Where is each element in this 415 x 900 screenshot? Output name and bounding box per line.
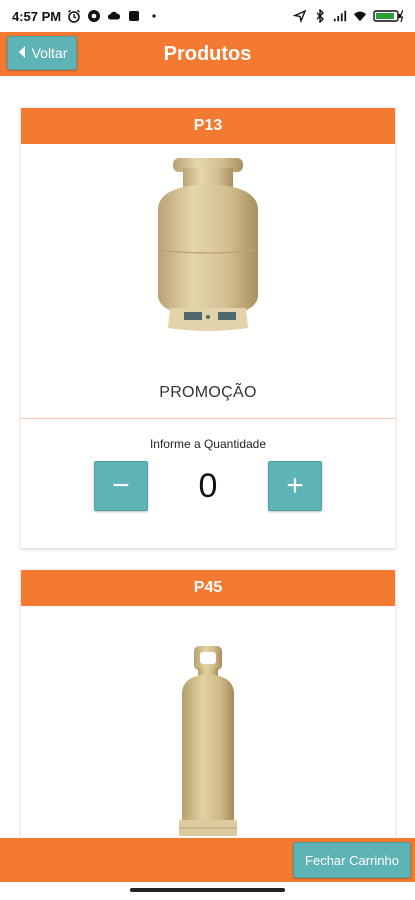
- back-button[interactable]: Voltar: [7, 36, 77, 70]
- chevron-left-icon: [17, 45, 27, 62]
- gas-cylinder-p45-image: [21, 606, 395, 838]
- gas-cylinder-p13-image: [21, 144, 395, 384]
- quantity-value: 0: [198, 466, 218, 505]
- decrease-quantity-button[interactable]: −: [94, 461, 148, 511]
- product-card-title: P45: [21, 570, 395, 606]
- wifi-icon: [353, 9, 367, 23]
- status-time: 4:57 PM: [12, 8, 62, 24]
- dot-icon: [147, 9, 161, 23]
- bottom-bar: Fechar Carrinho: [0, 838, 415, 882]
- minus-icon: −: [112, 469, 130, 502]
- notification-icon: [127, 9, 141, 23]
- status-left: 4:57 PM: [12, 9, 161, 24]
- divider: [21, 418, 395, 419]
- home-indicator[interactable]: [130, 888, 285, 892]
- back-button-label: Voltar: [31, 45, 68, 61]
- signal-icon: [333, 9, 347, 23]
- product-card: P13 PROMOÇÃO Informe a Quantidade − 0 +: [21, 108, 395, 548]
- increase-quantity-button[interactable]: +: [268, 461, 322, 511]
- product-card: P45: [21, 570, 395, 838]
- close-cart-button[interactable]: Fechar Carrinho: [293, 842, 411, 878]
- cloud-icon: [107, 9, 121, 23]
- product-caption: PROMOÇÃO: [159, 384, 257, 401]
- plus-icon: +: [286, 469, 304, 502]
- battery-icon: [373, 9, 403, 23]
- quantity-label: Informe a Quantidade: [149, 437, 267, 451]
- bluetooth-icon: [313, 9, 327, 23]
- status-right: [293, 9, 403, 23]
- chrome-icon: [87, 9, 101, 23]
- location-icon: [293, 9, 307, 23]
- quantity-stepper: − 0 +: [21, 461, 395, 511]
- system-navigation: [0, 882, 415, 900]
- alarm-icon: [67, 9, 81, 23]
- status-bar: 4:57 PM: [0, 0, 415, 32]
- product-list[interactable]: P13 PROMOÇÃO Informe a Quantidade − 0 + …: [0, 76, 415, 838]
- app-bar: Voltar Produtos: [0, 32, 415, 76]
- page-title: Produtos: [163, 42, 252, 65]
- product-card-title: P13: [21, 108, 395, 144]
